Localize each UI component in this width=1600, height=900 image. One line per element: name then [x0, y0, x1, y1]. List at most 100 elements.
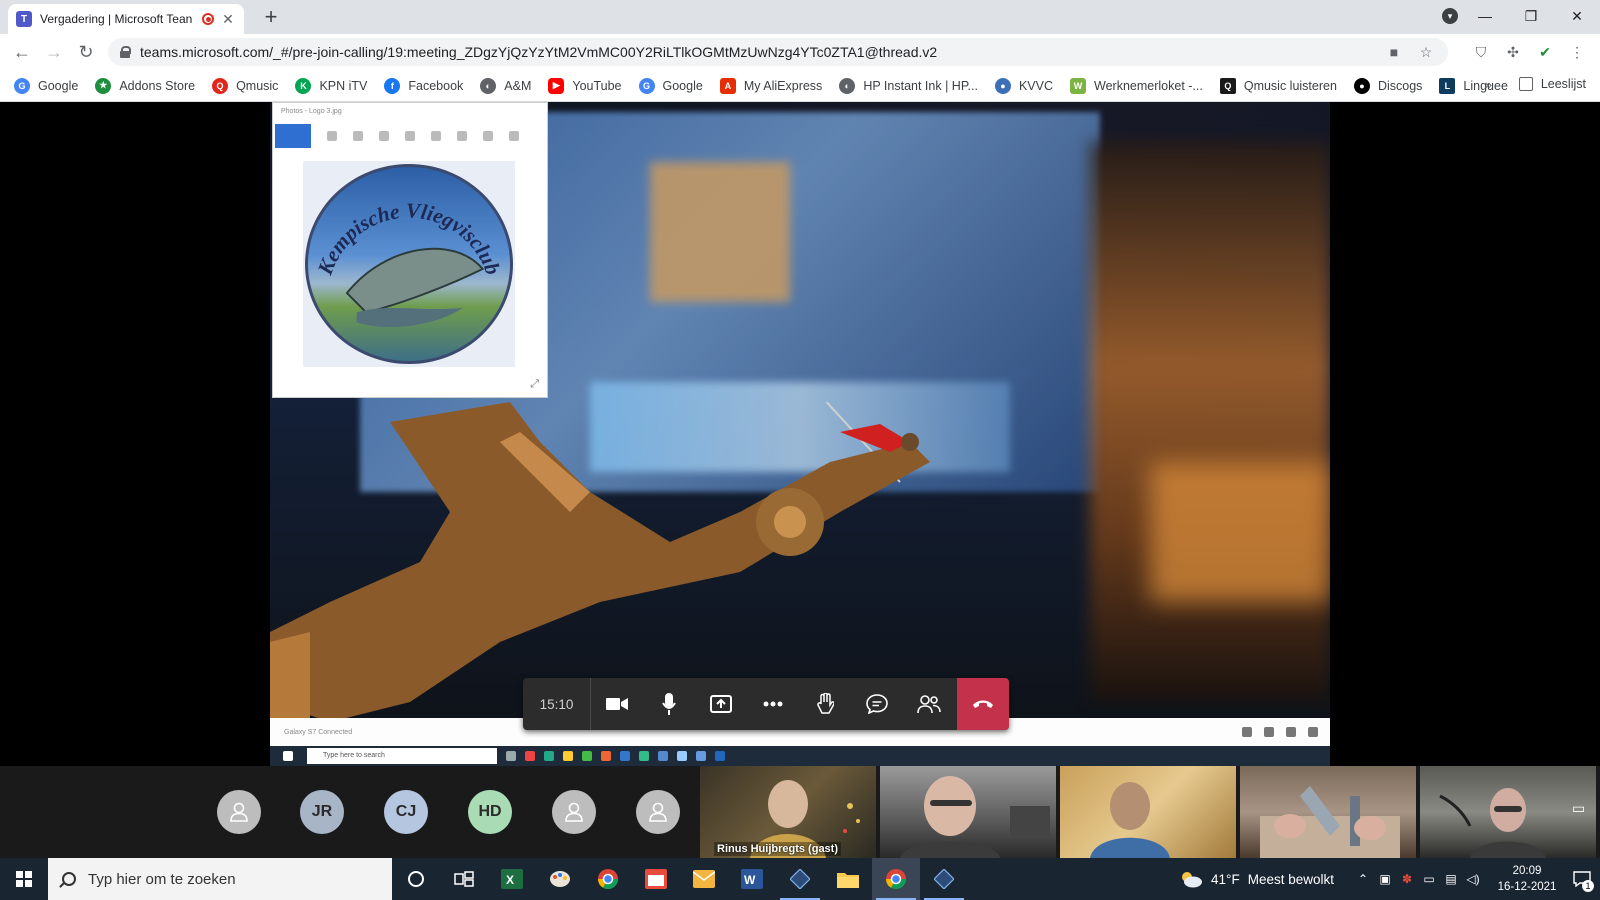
mail-button[interactable]	[680, 858, 728, 900]
reading-list-button[interactable]: Leeslijst	[1518, 77, 1586, 91]
vise-arm	[270, 402, 930, 722]
bookmark-google-2[interactable]: G Google	[638, 77, 703, 94]
bookmark-qmusic[interactable]: Q Qmusic	[212, 77, 278, 94]
bookmark-youtube[interactable]: ▶ YouTube	[548, 77, 622, 94]
camera-in-use-icon[interactable]: ■	[1382, 40, 1406, 64]
network-icon[interactable]: ▤	[1440, 872, 1462, 886]
participant-video	[900, 776, 1050, 858]
participant-video-tile[interactable]	[880, 766, 1056, 858]
task-view-button[interactable]	[440, 858, 488, 900]
photos-delete-icon	[379, 131, 389, 141]
restore-icon[interactable]: ❐	[1508, 0, 1554, 32]
participant-avatar-hd[interactable]: HD	[468, 790, 512, 834]
close-icon[interactable]: ✕	[1554, 0, 1600, 32]
battery-icon[interactable]: ▭	[1418, 872, 1440, 886]
back-icon[interactable]: ←	[8, 39, 36, 65]
clock-date: 16-12-2021	[1497, 881, 1557, 893]
tray-chevron-icon[interactable]: ⌃	[1352, 872, 1374, 886]
photos-home-icon	[275, 124, 311, 148]
system-tray: 41°F Meest bewolkt ⌃ ▣ ✽ ▭ ▤ ◁) 20:09 16…	[1179, 858, 1600, 900]
hang-up-button[interactable]	[957, 678, 1009, 730]
paint-button[interactable]	[536, 858, 584, 900]
bookmark-my-aliexpress[interactable]: A My AliExpress	[719, 77, 822, 94]
participant-video-tile[interactable]: ▭	[1420, 766, 1596, 858]
participant-video-tile[interactable]: Rinus Huijbregts (gast)	[700, 766, 876, 858]
chrome-button[interactable]	[584, 858, 632, 900]
participant-video	[1439, 788, 1546, 858]
chrome-active-button[interactable]	[872, 858, 920, 900]
cortana-button[interactable]	[392, 858, 440, 900]
participants-button[interactable]	[903, 678, 955, 730]
monitor-window-blur	[650, 162, 790, 302]
bookmark-facebook[interactable]: f Facebook	[384, 77, 463, 94]
address-bar[interactable]: teams.microsoft.com/_#/pre-join-calling/…	[108, 38, 1448, 66]
shared-video-icon	[1264, 727, 1274, 737]
bookmark-hp-instant-ink[interactable]: ◐ HP Instant Ink | HP...	[839, 77, 978, 94]
shared-camera-icon	[1242, 727, 1252, 737]
gallery-overflow-icon[interactable]: ▭	[1572, 800, 1590, 818]
new-tab-button[interactable]: +	[258, 5, 284, 31]
more-options-button[interactable]	[747, 678, 799, 730]
bookmark-kpn-itv[interactable]: K KPN iTV	[295, 77, 367, 94]
camera-tray-icon[interactable]: ▣	[1374, 872, 1396, 886]
bookmark-werknemerloket[interactable]: W Werknemerloket -...	[1070, 77, 1203, 94]
participant-avatar[interactable]	[217, 790, 261, 834]
shield-icon[interactable]: ✔	[1532, 40, 1558, 64]
app-button[interactable]	[776, 858, 824, 900]
bookmark-discogs[interactable]: ● Discogs	[1353, 77, 1422, 94]
taskbar-search[interactable]: Typ hier om te zoeken	[48, 858, 392, 900]
bookmark-star-icon[interactable]: ☆	[1414, 40, 1438, 64]
bookmark-am[interactable]: ◐ A&M	[480, 77, 531, 94]
action-center-button[interactable]: 1	[1564, 858, 1600, 900]
warm-light-blur	[1090, 142, 1330, 702]
app-tray-icon[interactable]: ✽	[1396, 872, 1418, 886]
bookmark-addons-store[interactable]: ★ Addons Store	[95, 77, 195, 94]
extension-icon[interactable]: ⛉	[1468, 40, 1494, 64]
start-button[interactable]	[0, 858, 48, 900]
tab-teams-meeting[interactable]: T Vergadering | Microsoft Tean ✕	[8, 4, 244, 34]
file-explorer-button[interactable]	[824, 858, 872, 900]
bookmark-google[interactable]: G Google	[14, 77, 78, 94]
microphone-button[interactable]	[643, 678, 695, 730]
forward-icon[interactable]: →	[40, 39, 68, 65]
chat-button[interactable]	[851, 678, 903, 730]
share-screen-icon	[710, 695, 732, 713]
weather-widget[interactable]: 41°F Meest bewolkt	[1179, 870, 1334, 888]
participant-avatar-jr[interactable]: JR	[300, 790, 344, 834]
extensions-puzzle-icon[interactable]: ✣	[1500, 40, 1526, 64]
addons-icon: ★	[95, 77, 112, 94]
more-bookmarks-icon[interactable]: »	[1485, 77, 1492, 92]
menu-icon[interactable]: ⋮	[1564, 40, 1590, 64]
excel-button[interactable]: X	[488, 858, 536, 900]
participant-video-tile[interactable]	[1240, 766, 1416, 858]
bookmark-qmusic-luisteren[interactable]: Q Qmusic luisteren	[1219, 77, 1337, 94]
minimize-icon[interactable]: —	[1462, 0, 1508, 32]
participant-avatar-cj[interactable]: CJ	[384, 790, 428, 834]
camera-button[interactable]	[591, 678, 643, 730]
calendar-button[interactable]	[632, 858, 680, 900]
share-screen-button[interactable]	[695, 678, 747, 730]
tab-title: Vergadering | Microsoft Tean	[40, 12, 193, 26]
fish-graphic	[345, 247, 485, 314]
photos-crop-icon	[457, 131, 467, 141]
close-tab-icon[interactable]: ✕	[220, 11, 236, 28]
weather-temperature: 41°F	[1211, 871, 1240, 887]
reload-icon[interactable]: ↻	[72, 39, 100, 65]
tab-search-icon[interactable]: ▾	[1442, 8, 1458, 24]
bookmark-linguee[interactable]: L Linguee	[1439, 77, 1508, 94]
volume-icon[interactable]: ◁)	[1462, 872, 1484, 886]
word-button[interactable]: W	[728, 858, 776, 900]
raise-hand-icon	[817, 693, 834, 714]
lock-icon[interactable]	[120, 46, 131, 58]
participant-avatar[interactable]	[636, 790, 680, 834]
participant-avatar[interactable]	[552, 790, 596, 834]
browser-toolbar: ← → ↻ teams.microsoft.com/_#/pre-join-ca…	[0, 34, 1600, 70]
shared-app-icon	[563, 751, 573, 761]
clock-time: 20:09	[1512, 865, 1542, 877]
bookmark-kvvc[interactable]: ● KVVC	[994, 77, 1053, 94]
clock[interactable]: 20:09 16-12-2021	[1490, 863, 1564, 895]
app2-button[interactable]	[920, 858, 968, 900]
raise-hand-button[interactable]	[799, 678, 851, 730]
tab-strip: T Vergadering | Microsoft Tean ✕ + ▾ — ❐…	[0, 0, 1600, 34]
participant-video-tile[interactable]	[1060, 766, 1236, 858]
